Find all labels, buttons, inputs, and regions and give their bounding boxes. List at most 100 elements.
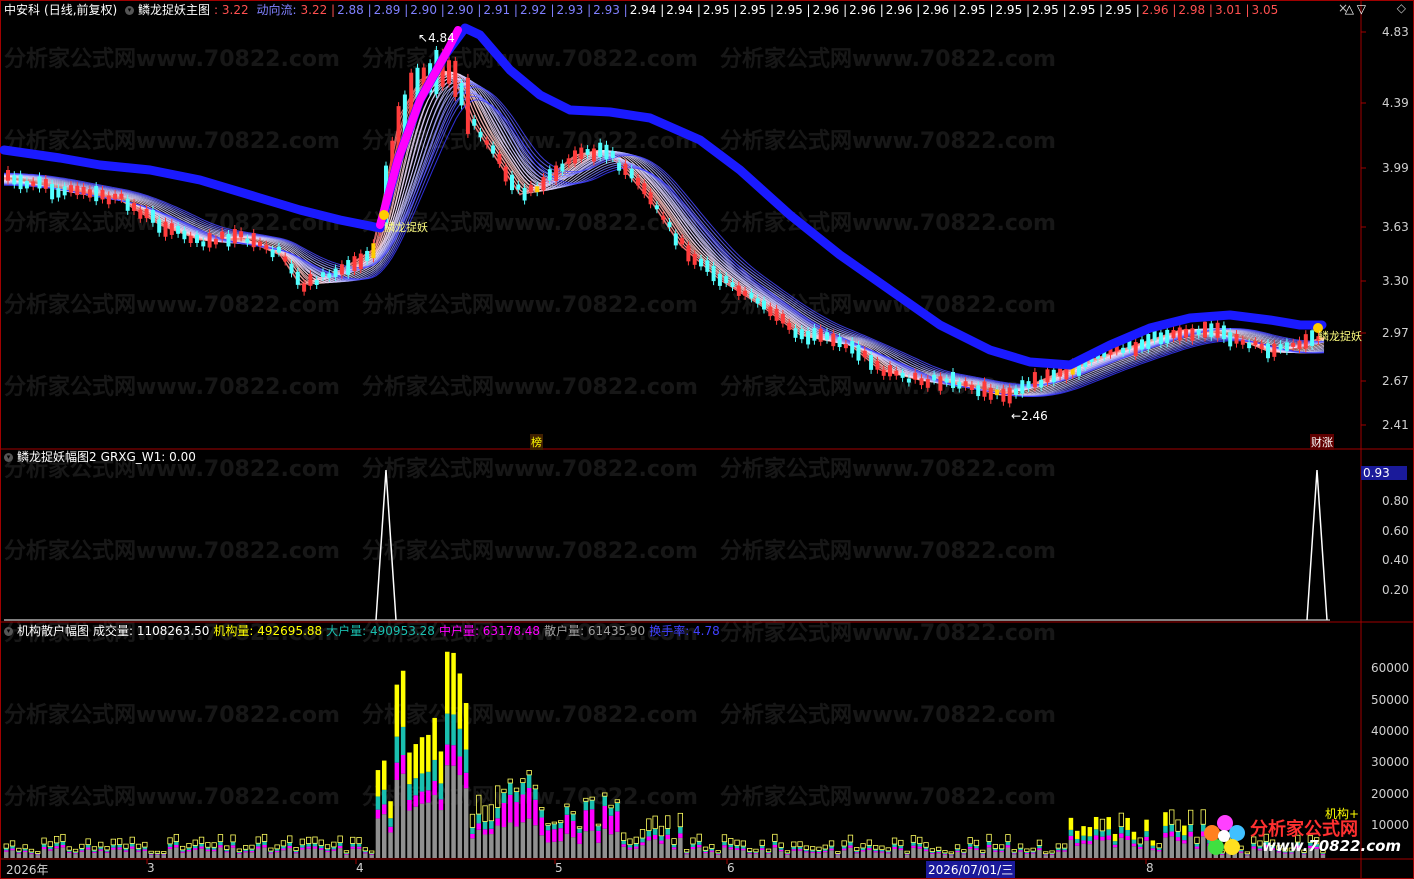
candle-body — [566, 158, 571, 164]
vol-mid — [98, 849, 103, 851]
vol-inst — [772, 833, 778, 842]
vol-inst — [1005, 834, 1011, 843]
candle-body — [856, 345, 861, 361]
stock-name[interactable]: 中安科 — [4, 3, 40, 17]
vol-big — [627, 844, 633, 848]
vol-mid — [640, 842, 645, 846]
vol-mid — [583, 810, 589, 832]
vol-inst — [54, 835, 60, 844]
candle-body — [1221, 325, 1226, 340]
vol-retail — [634, 848, 639, 858]
watermark-text: 分析家公式网www.70822.com — [720, 538, 1056, 564]
vol-retail — [508, 822, 513, 858]
vol-inst — [860, 843, 866, 849]
vol-retail — [684, 854, 689, 858]
collapse-icon[interactable]: ▾ — [125, 6, 135, 15]
vol-mid — [476, 823, 481, 830]
candle-body — [1215, 322, 1220, 338]
candle-body — [843, 343, 848, 349]
vol-inst — [400, 670, 406, 727]
vol-retail — [741, 850, 746, 858]
vol-big — [482, 821, 488, 830]
vol-inst — [753, 848, 759, 853]
period-mode[interactable]: (日线,前复权) — [44, 3, 117, 17]
vol-retail — [835, 855, 841, 858]
indicator-name[interactable]: 鳞龙捉妖主图 — [138, 3, 210, 17]
vol-inst — [759, 839, 765, 846]
vol-retail — [67, 852, 72, 858]
sub2-title[interactable]: 机构散户幅图 — [17, 624, 89, 638]
flower-logo-icon — [1204, 815, 1245, 855]
vol-mid — [1005, 845, 1011, 848]
vol-big — [634, 843, 639, 847]
candle-body — [1158, 332, 1163, 345]
vol-inst — [148, 850, 154, 854]
close-icon[interactable]: × — [1338, 1, 1348, 15]
vol-big — [1182, 835, 1187, 841]
bottom-tag-1[interactable]: 榜 — [530, 434, 543, 450]
vol-inst — [186, 843, 192, 849]
candle-body — [573, 150, 577, 164]
sub1-title[interactable]: 鳞龙捉妖幅图2 — [17, 450, 97, 464]
candle-body — [465, 77, 470, 134]
vol-retail — [791, 850, 796, 858]
vol-mid — [1075, 843, 1080, 846]
vol-mid — [671, 847, 677, 850]
vol-retail — [848, 847, 853, 858]
candle-body — [988, 387, 993, 400]
vol-mid — [848, 845, 853, 848]
vol-big — [394, 736, 400, 763]
vol-mid — [508, 794, 513, 823]
collapse-icon[interactable]: ▾ — [4, 453, 13, 462]
vol-big — [476, 814, 481, 824]
sub2-tick: 40000 — [1371, 724, 1410, 738]
vol-retail — [281, 850, 286, 858]
vol-mid — [1182, 840, 1187, 844]
candle-body — [673, 233, 678, 246]
vol-retail — [476, 829, 481, 858]
vol-inst — [104, 846, 110, 851]
vol-mid — [193, 848, 198, 850]
vol-retail — [1012, 854, 1017, 858]
vol-retail — [993, 851, 998, 858]
vol-mid — [589, 809, 595, 831]
collapse-icon[interactable]: ▾ — [4, 627, 13, 636]
vol-retail — [1087, 844, 1093, 858]
vol-retail — [728, 849, 733, 858]
vol-inst — [1125, 817, 1130, 830]
vol-mid — [854, 852, 859, 854]
vol-mid — [463, 772, 469, 789]
vol-inst — [690, 837, 696, 845]
vol-mid — [886, 852, 891, 854]
candle-body — [18, 174, 23, 190]
triangle-down-icon[interactable]: ▽ — [1357, 2, 1366, 16]
bottom-tag-2[interactable]: 财涨 — [1310, 434, 1334, 450]
vol-big — [1075, 838, 1080, 844]
time-tick: 2026/07/01/三 — [926, 861, 1016, 878]
vol-retail — [564, 833, 570, 858]
vol-retail — [22, 852, 28, 858]
stock-chart-canvas[interactable]: 分析家公式网www.70822.com 分析家公式网www.70822.com 分析… — [0, 0, 1414, 879]
vol-inst — [923, 842, 929, 848]
candle-body — [831, 333, 836, 347]
vol-retail — [1156, 851, 1162, 858]
vol-mid — [130, 846, 135, 849]
vol-inst — [91, 846, 98, 851]
flow-value: 3.05 — [1251, 3, 1279, 17]
watermark-text: 分析家公式网www.70822.com — [362, 538, 698, 564]
vol-inst — [224, 845, 230, 850]
vol-inst — [854, 847, 860, 852]
candle-body — [894, 370, 899, 376]
vol-big — [1106, 829, 1111, 836]
vol-inst — [1055, 843, 1061, 849]
diamond-icon[interactable]: ◇ — [1397, 1, 1406, 15]
flow-value: 2.95 | — [702, 3, 738, 17]
vol-big — [413, 778, 418, 796]
vol-inst — [954, 844, 961, 850]
vol-mid — [256, 846, 261, 849]
vol-mid — [482, 829, 488, 835]
vol-mid — [552, 829, 557, 842]
vol-big — [652, 828, 658, 835]
vol-retail — [155, 854, 160, 858]
vol-mid — [1037, 848, 1042, 850]
